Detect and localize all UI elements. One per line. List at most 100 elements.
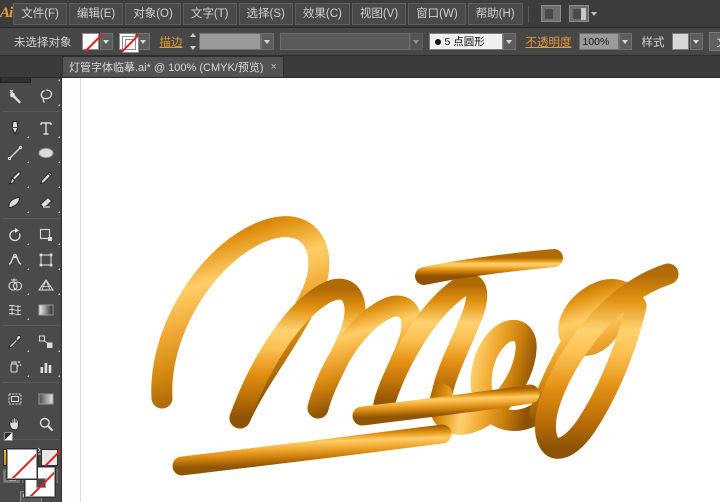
stroke-profile-dropdown[interactable] bbox=[410, 33, 423, 50]
tool-group-indicator bbox=[58, 161, 60, 163]
blend-tool[interactable] bbox=[31, 329, 62, 354]
tool-group-indicator bbox=[27, 293, 29, 295]
menu-select[interactable]: 选择(S) bbox=[239, 3, 293, 25]
shape-builder-tool[interactable] bbox=[0, 272, 31, 297]
menu-help[interactable]: 帮助(H) bbox=[468, 3, 523, 25]
tool-group-indicator bbox=[27, 161, 29, 163]
menu-edit[interactable]: 编辑(E) bbox=[69, 3, 123, 25]
tool-group-indicator bbox=[58, 186, 60, 188]
tool-group-indicator bbox=[58, 243, 60, 245]
chevron-down-icon bbox=[506, 40, 512, 44]
menu-effect[interactable]: 效果(C) bbox=[295, 3, 350, 25]
tools-divider bbox=[3, 218, 59, 219]
document-tab-bar: 灯管字体临摹.ai* @ 100% (CMYK/预览) × bbox=[0, 56, 720, 78]
arrange-documents-icon[interactable] bbox=[541, 5, 561, 22]
symbol-sprayer-tool[interactable] bbox=[0, 354, 31, 379]
document-tab-title: 灯管字体临摹.ai* @ 100% (CMYK/预览) bbox=[69, 59, 264, 75]
style-label: 样式 bbox=[638, 34, 669, 50]
free-transform-tool[interactable] bbox=[31, 247, 62, 272]
app-logo: Ai bbox=[0, 0, 12, 28]
tool-group-indicator bbox=[27, 211, 29, 213]
fill-color-swatch[interactable] bbox=[7, 449, 37, 479]
canvas-area[interactable] bbox=[62, 78, 720, 502]
opacity-dropdown[interactable] bbox=[619, 33, 632, 50]
zoom-tool[interactable] bbox=[31, 411, 62, 436]
slice-tool[interactable] bbox=[31, 386, 62, 411]
stroke-control[interactable] bbox=[119, 33, 150, 50]
stepper-up-icon[interactable] bbox=[190, 33, 196, 37]
brush-definition-dropdown[interactable] bbox=[503, 33, 516, 50]
menu-type[interactable]: 文字(T) bbox=[183, 3, 237, 25]
tool-group-indicator bbox=[58, 136, 60, 138]
selection-status-label: 未选择对象 bbox=[10, 34, 76, 50]
eyedropper-tool[interactable] bbox=[0, 329, 31, 354]
workspace-switcher-group[interactable] bbox=[569, 5, 597, 22]
menu-bar: Ai 文件(F) 编辑(E) 对象(O) 文字(T) 选择(S) 效果(C) 视… bbox=[0, 0, 720, 28]
chevron-down-icon bbox=[140, 40, 146, 44]
tool-group-indicator bbox=[58, 350, 60, 352]
width-tool[interactable] bbox=[0, 247, 31, 272]
opacity-label[interactable]: 不透明度 bbox=[522, 34, 576, 50]
tool-group-indicator bbox=[27, 243, 29, 245]
workspace bbox=[0, 78, 720, 502]
rotate-tool[interactable] bbox=[0, 222, 31, 247]
stepper-down-icon[interactable] bbox=[190, 46, 196, 50]
paintbrush-tool[interactable] bbox=[0, 165, 31, 190]
scale-tool[interactable] bbox=[31, 222, 62, 247]
tool-group-indicator bbox=[58, 211, 60, 213]
stroke-weight-stepper[interactable] bbox=[190, 33, 196, 50]
stroke-weight-label[interactable]: 描边 bbox=[156, 34, 187, 50]
graphic-style-dropdown[interactable] bbox=[690, 33, 703, 50]
lettering-artwork[interactable] bbox=[62, 78, 720, 480]
close-icon[interactable]: × bbox=[271, 62, 277, 73]
stroke-swatch-none-icon[interactable] bbox=[119, 33, 136, 50]
tool-group-indicator bbox=[58, 375, 60, 377]
pen-tool[interactable] bbox=[0, 115, 31, 140]
tool-group-indicator bbox=[27, 350, 29, 352]
menu-bar-right-group bbox=[524, 5, 720, 22]
none-mode-button[interactable] bbox=[41, 449, 58, 466]
tool-group-indicator bbox=[27, 186, 29, 188]
column-graph-tool[interactable] bbox=[31, 354, 62, 379]
document-tab[interactable]: 灯管字体临摹.ai* @ 100% (CMYK/预览) × bbox=[62, 56, 284, 77]
chevron-down-icon bbox=[264, 40, 270, 44]
graphic-style-swatch[interactable] bbox=[672, 33, 689, 50]
magic-wand-tool[interactable] bbox=[0, 83, 31, 108]
mesh-tool[interactable] bbox=[0, 297, 31, 322]
eraser-tool[interactable] bbox=[31, 190, 62, 215]
default-fill-stroke-icon[interactable] bbox=[4, 432, 13, 441]
document-setup-button[interactable]: 文档设置 bbox=[709, 32, 720, 51]
chevron-down-icon bbox=[591, 12, 597, 16]
opacity-input[interactable]: 100% bbox=[579, 33, 619, 50]
blob-brush-tool[interactable] bbox=[0, 190, 31, 215]
tool-group-indicator bbox=[58, 268, 60, 270]
stroke-weight-input[interactable] bbox=[199, 33, 261, 50]
stroke-profile-input[interactable] bbox=[280, 33, 410, 50]
brush-dot-icon bbox=[435, 39, 441, 45]
artboard-tool[interactable] bbox=[0, 386, 31, 411]
menu-file[interactable]: 文件(F) bbox=[13, 3, 67, 25]
tools-divider bbox=[3, 325, 59, 326]
tools-grid bbox=[0, 78, 62, 436]
brush-definition-value: 5 点圆形 bbox=[445, 34, 485, 49]
lasso-tool[interactable] bbox=[31, 83, 62, 108]
perspective-grid-tool[interactable] bbox=[31, 272, 62, 297]
chevron-down-icon bbox=[103, 40, 109, 44]
menu-object[interactable]: 对象(O) bbox=[125, 3, 181, 25]
brush-definition-select[interactable]: 5 点圆形 bbox=[429, 33, 503, 50]
fill-swatch-none-icon[interactable] bbox=[82, 33, 99, 50]
gradient-tool[interactable] bbox=[31, 297, 62, 322]
chevron-down-icon bbox=[413, 40, 419, 44]
menu-window[interactable]: 窗口(W) bbox=[408, 3, 466, 25]
chevron-down-icon bbox=[693, 40, 699, 44]
ellipse-tool[interactable] bbox=[31, 140, 62, 165]
stroke-weight-dropdown[interactable] bbox=[261, 33, 274, 50]
workspace-switcher-icon[interactable] bbox=[569, 5, 589, 22]
type-tool[interactable] bbox=[31, 115, 62, 140]
illustrator-window: Ai 文件(F) 编辑(E) 对象(O) 文字(T) 选择(S) 效果(C) 视… bbox=[0, 0, 720, 502]
line-segment-tool[interactable] bbox=[0, 140, 31, 165]
fill-control[interactable] bbox=[82, 33, 113, 50]
menu-view[interactable]: 视图(V) bbox=[352, 3, 406, 25]
tools-divider bbox=[3, 382, 59, 383]
pencil-tool[interactable] bbox=[31, 165, 62, 190]
